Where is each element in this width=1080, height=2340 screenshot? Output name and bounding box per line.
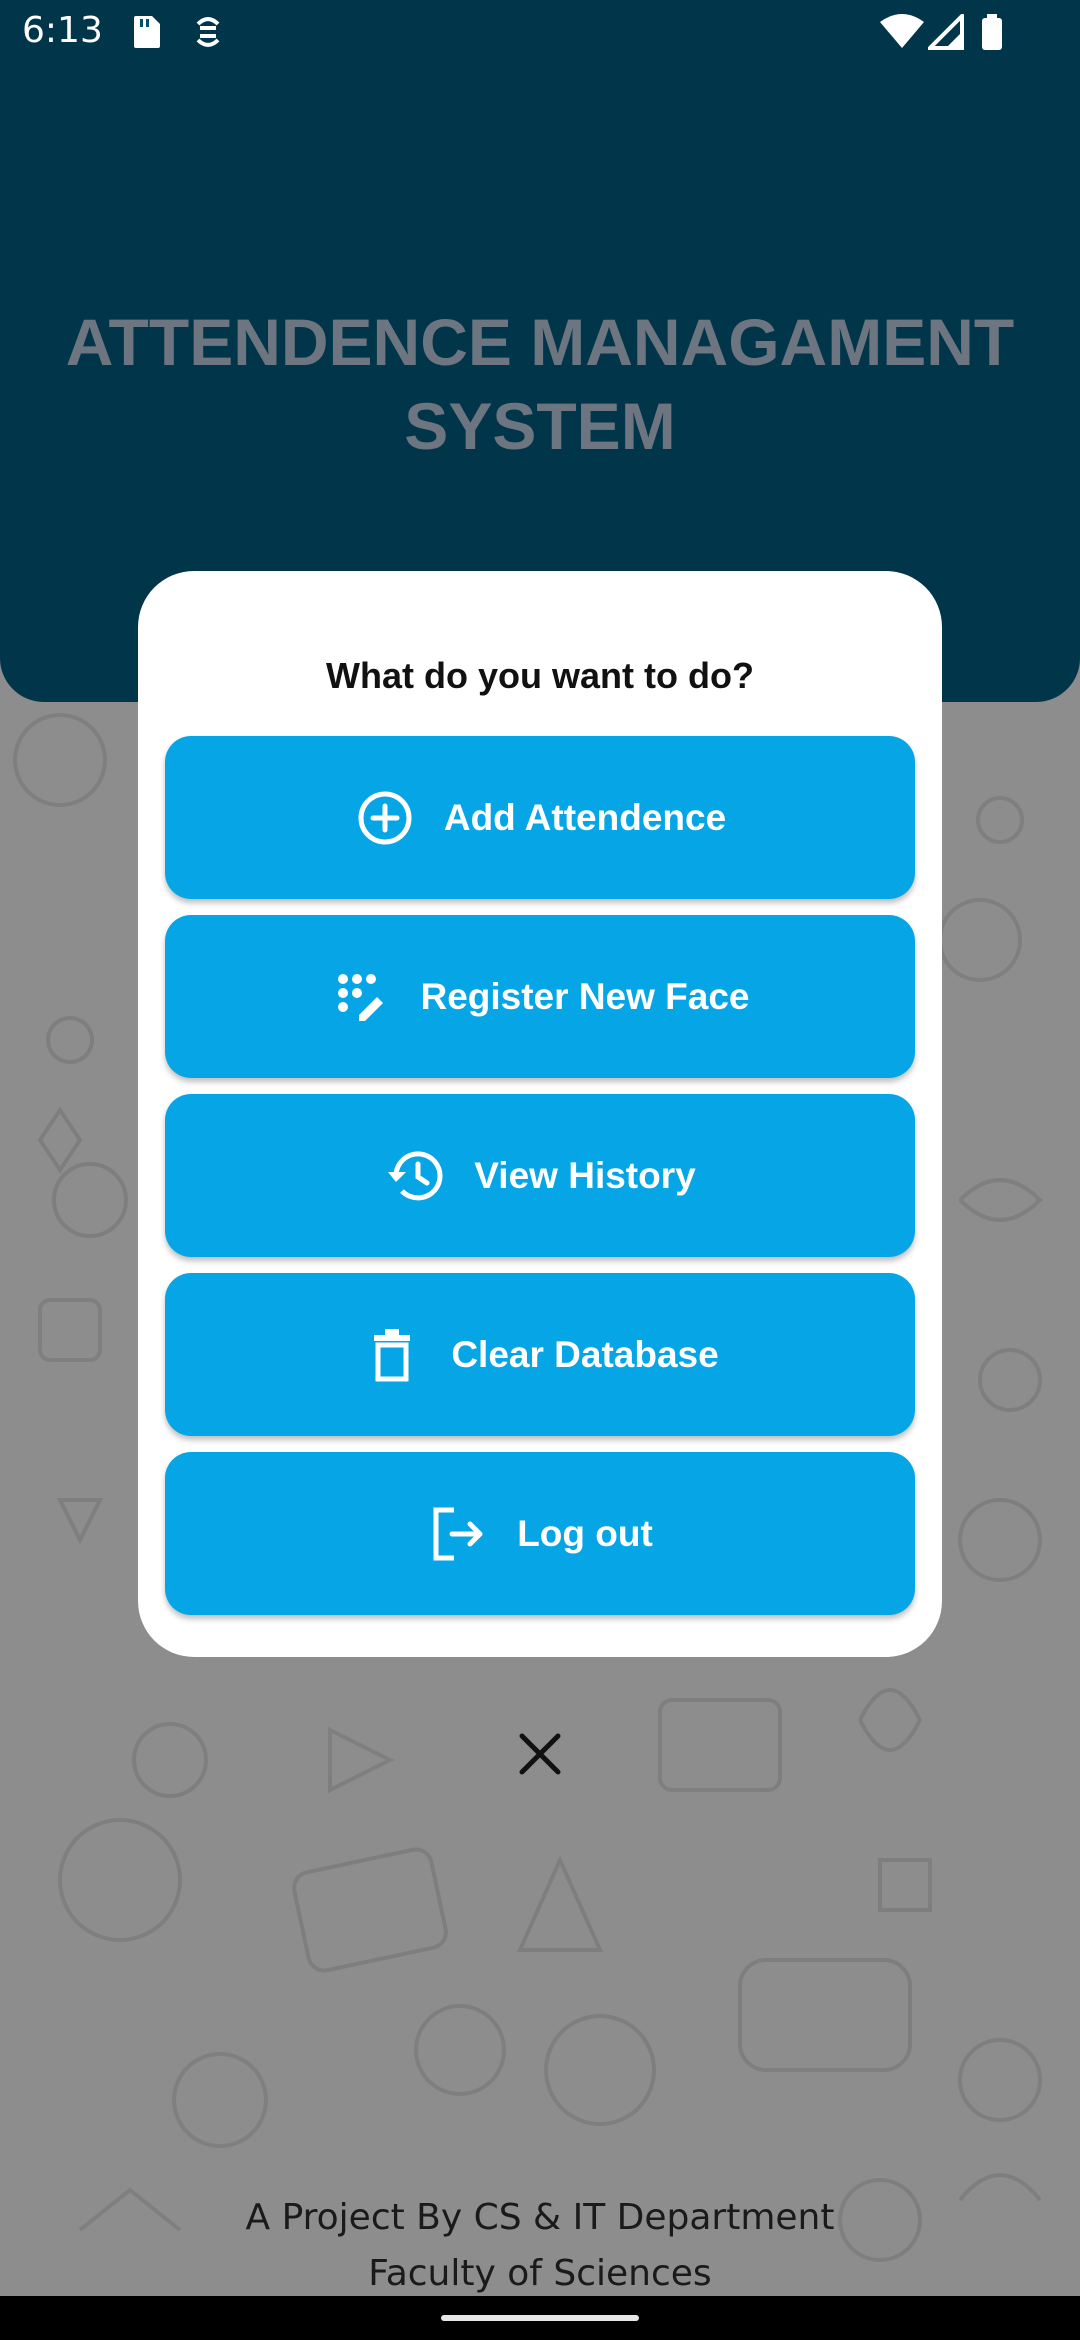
register-new-face-label: Register New Face [420,975,750,1017]
action-dialog: What do you want to do? Add Attendence R… [138,571,942,1657]
status-bar: 6:13 [0,0,1080,66]
register-face-icon [330,966,392,1028]
view-history-button[interactable]: View History [165,1094,915,1257]
dialog-title: What do you want to do? [326,655,754,696]
log-out-button[interactable]: Log out [165,1452,915,1615]
add-attendence-button[interactable]: Add Attendence [165,736,915,899]
status-time: 6:13 [22,10,103,51]
app-title-line1: ATTENDENCE MANAGAMENT [65,305,1015,379]
close-icon [519,1733,561,1775]
footer-line2: Faculty of Sciences [368,2253,712,2294]
sd-card-icon [130,14,162,55]
add-circle-icon [354,787,416,849]
history-icon [384,1145,446,1207]
signal-icon [925,11,964,55]
add-attendence-label: Add Attendence [443,796,727,838]
register-new-face-button[interactable]: Register New Face [165,915,915,1078]
wifi-icon [880,14,924,55]
view-history-label: View History [474,1154,696,1196]
footer-credits: A Project By CS & IT Department Faculty … [0,2190,1080,2302]
footer-line1: A Project By CS & IT Department [245,2197,835,2238]
app-title: ATTENDENCE MANAGAMENT SYSTEM [40,300,1040,468]
clear-database-button[interactable]: Clear Database [165,1273,915,1436]
battery-icon [980,14,1004,57]
clear-database-label: Clear Database [451,1333,719,1375]
sync-icon [192,14,224,55]
app-title-line2: SYSTEM [404,389,676,463]
log-out-label: Log out [517,1512,653,1554]
close-dialog-button[interactable] [516,1730,564,1778]
home-gesture-handle[interactable] [441,2315,639,2321]
system-nav-bar [0,2296,1080,2340]
logout-icon [427,1503,489,1565]
trash-icon [361,1324,423,1386]
